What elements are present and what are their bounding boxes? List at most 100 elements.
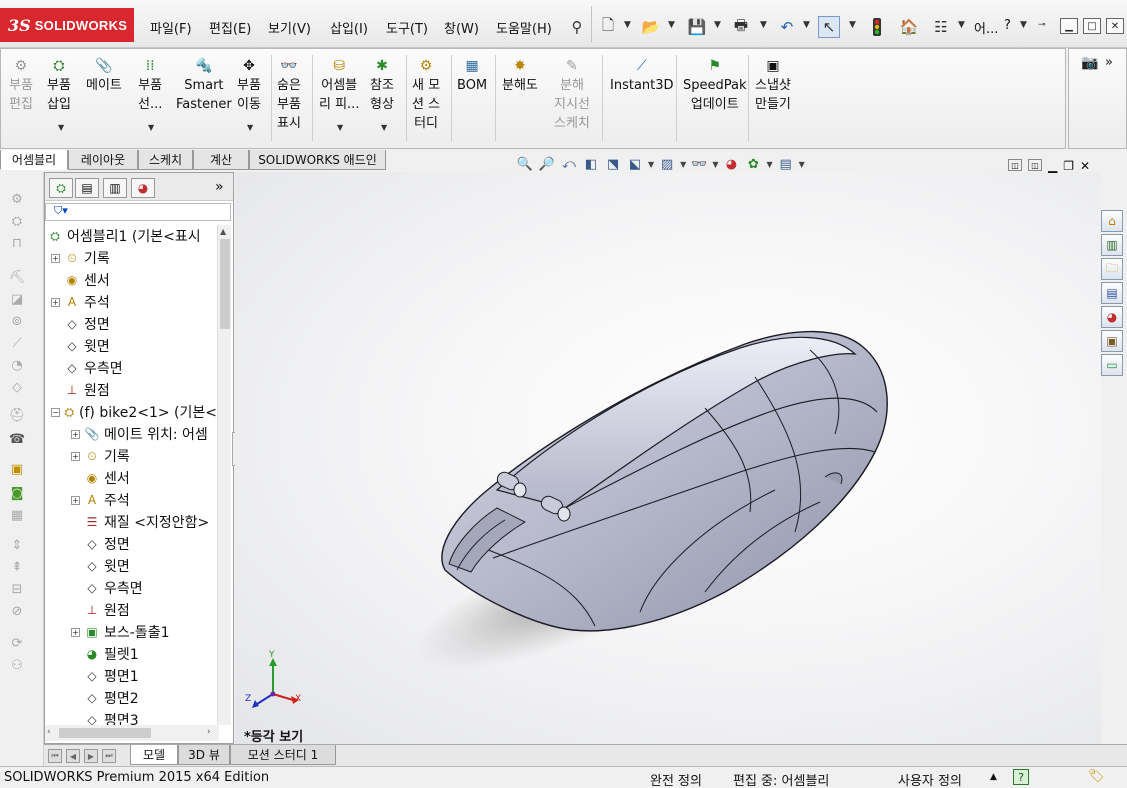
tab-evaluate[interactable]: 계산 <box>193 150 249 170</box>
scrollbar-thumb[interactable] <box>59 728 151 738</box>
tree-item[interactable]: ◇ 윗면 <box>45 555 217 577</box>
maximize-button[interactable]: □ <box>1083 18 1101 34</box>
tree-vertical-scrollbar[interactable]: ▲ <box>217 225 231 725</box>
minimize-icon[interactable]: ▁ <box>1048 159 1057 173</box>
zoom-to-fit-icon[interactable]: 🔍 <box>516 155 534 173</box>
scroll-up-icon[interactable]: ▲ <box>220 227 226 236</box>
dynamic-annotation-icon[interactable]: ⬔ <box>604 155 622 173</box>
exploded-view-button[interactable]: ✸ 분해도 <box>502 57 538 95</box>
dimension-icon[interactable]: ⇕ <box>8 536 26 554</box>
rebuild-tag-icon[interactable]: 🏷 <box>1088 769 1105 784</box>
tab-layout[interactable]: 레이아웃 <box>68 150 138 170</box>
forum-icon[interactable]: ▭ <box>1101 354 1123 376</box>
smart-icon[interactable]: ⚇ <box>8 656 26 674</box>
bracket-icon[interactable]: ⊓ <box>8 234 26 252</box>
view-orientation-icon[interactable]: ⬕ <box>626 155 644 173</box>
tree-item[interactable]: + 📎 메이트 위치: 어셈 <box>45 423 217 445</box>
display-style-icon[interactable]: ▨ <box>658 155 676 173</box>
rebuild-traffic-light-icon[interactable] <box>866 16 888 38</box>
speedpak-update-button[interactable]: ⚑ SpeedPak 업데이트 <box>683 57 747 114</box>
tree-item[interactable]: ◇ 우측면 <box>45 357 217 379</box>
tree-item[interactable]: + ⏲ 기록 <box>45 445 217 467</box>
chevron-double-right-icon[interactable]: » <box>1105 55 1113 70</box>
pin-icon[interactable]: ⊸ <box>1038 20 1046 30</box>
tab-motion-study[interactable]: 모션 스터디 1 <box>230 745 336 765</box>
feature-icon[interactable]: ⛏ <box>8 268 26 286</box>
tree-item[interactable]: ◉ 센서 <box>45 467 217 489</box>
solidworks-resources-icon[interactable]: ⌂ <box>1101 210 1123 232</box>
section-view-icon[interactable]: ◧ <box>582 155 600 173</box>
chevron-down-icon[interactable]: ▼ <box>624 20 631 30</box>
scroll-left-icon[interactable]: ‹ <box>47 727 51 737</box>
reference-geometry-button[interactable]: ✱ 참조 형상 <box>370 57 394 114</box>
print-icon[interactable]: 🖶 <box>730 16 752 38</box>
tree-item[interactable]: ⊥ 원점 <box>45 379 217 401</box>
prev-tab-icon[interactable]: ◀ <box>66 749 80 763</box>
show-hidden-components-button[interactable]: 👓 숨은 부품 표시 <box>277 57 301 133</box>
menu-edit[interactable]: 편집(E) <box>209 18 251 37</box>
tree-item[interactable]: ◇ 정면 <box>45 313 217 335</box>
camera-icon[interactable]: 📷 <box>1081 55 1098 71</box>
yellow-box-icon[interactable]: ▣ <box>8 460 26 478</box>
tab-solidworks-addins[interactable]: SOLIDWORKS 애드인 <box>249 150 386 170</box>
split-icon[interactable]: ⊟ <box>8 580 26 598</box>
hole-icon[interactable]: ⊚ <box>8 312 26 330</box>
split-view-icon[interactable]: ◫ <box>1028 159 1042 171</box>
file-explorer-icon[interactable]: 🗀 <box>1101 258 1123 280</box>
take-snapshot-button[interactable]: ▣ 스냅샷 만들기 <box>755 57 791 114</box>
close-button[interactable]: ✕ <box>1106 18 1124 34</box>
tree-expander-icon[interactable]: + <box>51 297 60 307</box>
solidworks-logo[interactable]: 3S SOLIDWORKS <box>0 8 134 42</box>
minimize-button[interactable]: ▁ <box>1060 18 1078 34</box>
design-library-icon[interactable]: ▥ <box>1101 234 1123 256</box>
chevron-down-icon[interactable]: ▼ <box>247 123 253 132</box>
chevron-down-icon[interactable]: ▼ <box>714 20 721 30</box>
tree-filter-field[interactable]: ⛉▾ <box>45 203 231 221</box>
search-commands-field[interactable]: 어... <box>974 18 998 37</box>
menu-insert[interactable]: 삽입(I) <box>330 18 368 37</box>
tree-item[interactable]: + A 주석 <box>45 489 217 511</box>
tree-expander-icon[interactable]: + <box>71 495 80 505</box>
chevron-down-icon[interactable]: ▼ <box>680 160 686 169</box>
chevron-down-icon[interactable]: ▼ <box>803 20 810 30</box>
tree-item[interactable]: ◇ 윗면 <box>45 335 217 357</box>
bom-button[interactable]: ▦ BOM <box>457 57 487 95</box>
tree-horizontal-scrollbar[interactable]: ‹ › <box>45 725 219 741</box>
view-palette-icon[interactable]: ▤ <box>1101 282 1123 304</box>
restore-icon[interactable]: ❐ <box>1063 159 1074 173</box>
units-selector[interactable]: 사용자 정의 <box>898 770 962 788</box>
help-tooltip-icon[interactable]: ? <box>1013 769 1029 785</box>
chevron-down-icon[interactable]: ▼ <box>1020 20 1027 30</box>
options-icon[interactable]: ☷ <box>930 16 952 38</box>
chevron-down-icon[interactable]: ▼ <box>58 123 64 132</box>
tree-item[interactable]: ◇ 평면2 <box>45 687 217 709</box>
close-icon[interactable]: ✕ <box>1080 159 1090 173</box>
tree-item[interactable]: − ⛭ (f) bike2<1> (기본< <box>45 401 217 423</box>
menu-file[interactable]: 파일(F) <box>150 18 192 37</box>
chevron-double-right-icon[interactable]: » <box>215 179 224 195</box>
tree-item[interactable]: ◇ 우측면 <box>45 577 217 599</box>
chevron-down-icon[interactable]: ▼ <box>766 160 772 169</box>
menu-help[interactable]: 도움말(H) <box>496 18 552 37</box>
no-entry-icon[interactable]: ⊘ <box>8 602 26 620</box>
cut-icon[interactable]: ◪ <box>8 290 26 308</box>
tree-item[interactable]: ⊥ 원점 <box>45 599 217 621</box>
new-document-icon[interactable]: 🗋 <box>597 16 619 38</box>
pattern-icon[interactable]: ▦ <box>8 506 26 524</box>
tree-item[interactable]: ⛭ 어셈블리1 (기본<표시 <box>45 225 217 247</box>
hide-show-items-icon[interactable]: 👓 <box>690 155 708 173</box>
menu-tools[interactable]: 도구(T) <box>386 18 428 37</box>
smart-fastener-button[interactable]: 🔩 Smart Fastener <box>176 57 232 114</box>
custom-properties-icon[interactable]: ▣ <box>1101 330 1123 352</box>
chamfer-icon[interactable]: ◇ <box>8 378 26 396</box>
undo-icon[interactable]: ↶ <box>776 16 798 38</box>
menu-view[interactable]: 보기(V) <box>268 18 311 37</box>
tree-item[interactable]: ◇ 평면1 <box>45 665 217 687</box>
edit-component-button[interactable]: ⚙ 부품 편집 <box>9 57 33 114</box>
new-motion-study-button[interactable]: ⚙ 새 모 션 스 터디 <box>412 57 440 133</box>
save-icon[interactable]: 💾 <box>686 16 708 38</box>
chevron-down-icon[interactable]: ▼ <box>381 123 387 132</box>
scrollbar-thumb[interactable] <box>220 239 230 329</box>
chevron-down-icon[interactable]: ▼ <box>712 160 718 169</box>
align-icon[interactable]: ⇞ <box>8 558 26 576</box>
